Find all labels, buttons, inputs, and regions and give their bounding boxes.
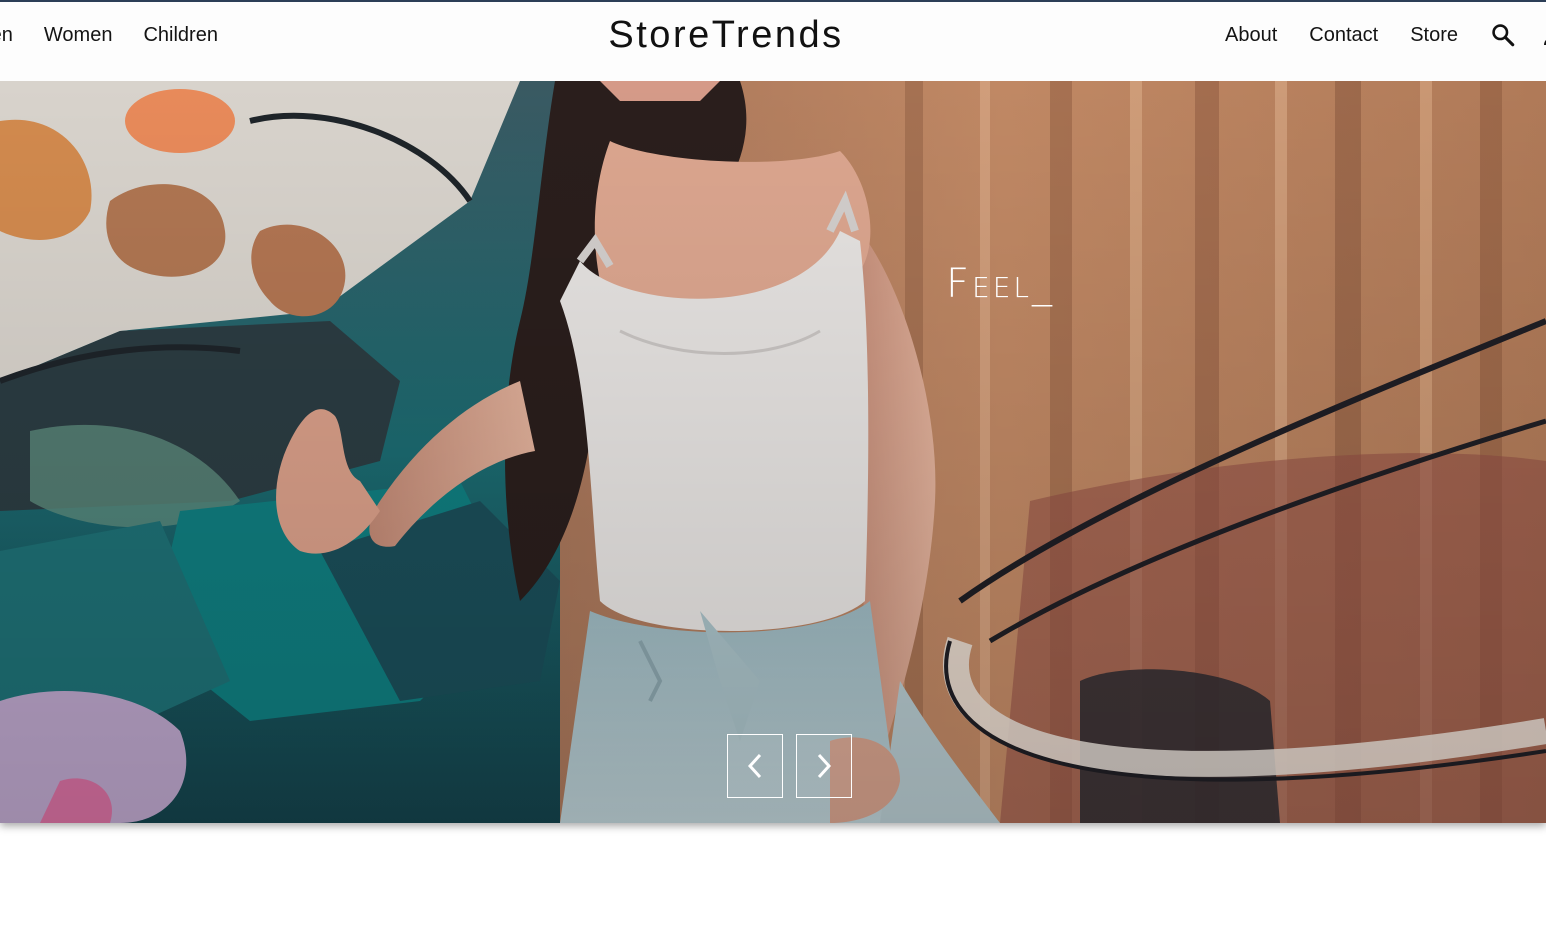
- carousel-next-button[interactable]: [796, 734, 852, 798]
- nav-link-store[interactable]: Store: [1410, 24, 1458, 47]
- hero-image: [0, 81, 1546, 823]
- site-header: Men Women Children StoreTrends About Con…: [0, 2, 1546, 81]
- secondary-nav: About Contact Store: [1225, 2, 1546, 68]
- nav-link-contact[interactable]: Contact: [1309, 24, 1378, 47]
- search-icon[interactable]: [1490, 22, 1516, 48]
- chevron-right-icon: [817, 753, 832, 779]
- account-icon[interactable]: [1542, 23, 1546, 47]
- hero-carousel: Feel_: [0, 81, 1546, 823]
- hero-headline: Feel_: [946, 261, 1055, 307]
- chevron-left-icon: [747, 753, 762, 779]
- nav-link-about[interactable]: About: [1225, 24, 1277, 47]
- carousel-prev-button[interactable]: [727, 734, 783, 798]
